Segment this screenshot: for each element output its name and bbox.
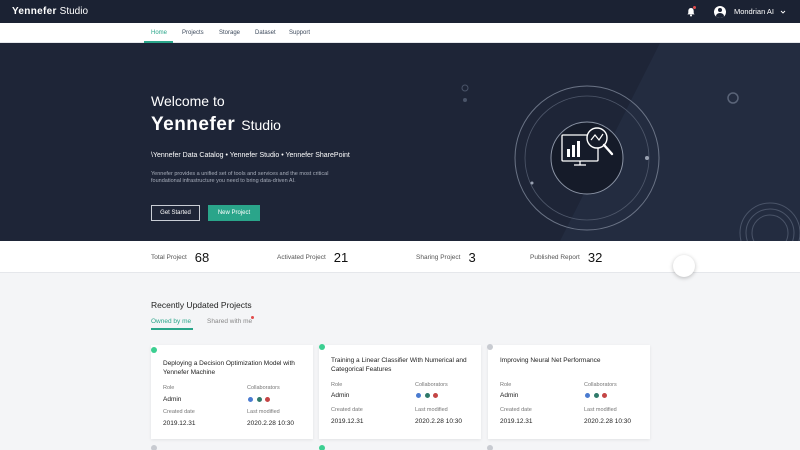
hero-banner: Welcome to Yennefer Studio \Yennefer Dat… <box>0 43 800 241</box>
scroll-toggle-button[interactable] <box>673 255 695 277</box>
role-label: Role <box>331 382 343 388</box>
top-right-controls: Mondrian AI <box>684 0 786 23</box>
nav-item-storage[interactable]: Storage <box>219 23 240 43</box>
created-value: 2019.12.31 <box>331 418 364 425</box>
avatar <box>423 392 431 399</box>
stat-value: 68 <box>194 249 210 265</box>
status-dot <box>487 344 493 350</box>
modified-value: 2020.2.28 10:30 <box>247 420 294 427</box>
status-dot <box>151 347 157 353</box>
new-project-button[interactable]: New Project <box>208 205 260 221</box>
project-card[interactable]: Improving Neural Net Performance Role Ad… <box>488 345 650 439</box>
user-avatar-icon[interactable] <box>713 5 726 18</box>
stat-value: 32 <box>587 249 603 265</box>
role-label: Role <box>163 385 175 391</box>
avatar <box>415 392 422 399</box>
role-value: Admin <box>500 392 519 399</box>
project-title[interactable]: Improving Neural Net Performance <box>500 356 644 365</box>
brand-name: Studio <box>59 6 89 17</box>
collaborator-avatars[interactable] <box>584 392 610 399</box>
status-dot <box>319 344 325 350</box>
stat-sharing-project: Sharing Project 3 <box>416 241 476 273</box>
created-value: 2019.12.31 <box>163 420 196 427</box>
tab-shared-with-me[interactable]: Shared with me <box>207 318 252 325</box>
section-title: Recently Updated Projects <box>151 300 252 310</box>
stat-total-project: Total Project 68 <box>151 241 209 273</box>
user-name[interactable]: Mondrian AI <box>734 7 774 16</box>
modified-label: Last modified <box>584 407 617 413</box>
shared-notification-dot <box>251 316 254 319</box>
get-started-button[interactable]: Get Started <box>151 205 200 221</box>
hero-background-shape <box>461 43 800 241</box>
project-card[interactable]: Deploying a Decision Optimization Model … <box>151 345 313 439</box>
created-label: Created date <box>331 407 363 413</box>
avatar <box>255 396 263 403</box>
stat-label: Activated Project <box>277 253 326 261</box>
status-dot <box>151 445 157 450</box>
hero-brand: Yennefer Studio <box>151 114 281 136</box>
hero-brand-logo: Yennefer <box>151 114 236 135</box>
avatar <box>264 396 271 403</box>
stat-label: Sharing Project <box>416 253 461 261</box>
created-label: Created date <box>163 409 195 415</box>
collaborator-avatars[interactable] <box>415 392 441 399</box>
role-value: Admin <box>331 392 350 399</box>
avatar <box>432 392 439 399</box>
stat-label: Published Report <box>530 253 580 261</box>
collaborators-label: Collaborators <box>415 382 448 388</box>
created-label: Created date <box>500 407 532 413</box>
chevron-down-icon[interactable] <box>780 9 786 15</box>
modified-value: 2020.2.28 10:30 <box>415 418 462 425</box>
hero-brand-studio: Studio <box>241 117 281 133</box>
hero-welcome: Welcome to <box>151 93 225 109</box>
nav-item-projects[interactable]: Projects <box>182 23 204 43</box>
analytics-magnifier-icon <box>514 85 660 231</box>
project-title[interactable]: Deploying a Decision Optimization Model … <box>163 359 307 377</box>
project-card[interactable]: Training a Linear Classifier With Numeri… <box>319 345 481 439</box>
stat-value: 21 <box>333 249 349 265</box>
avatar <box>584 392 591 399</box>
role-value: Admin <box>163 396 182 403</box>
bell-icon[interactable] <box>684 5 698 19</box>
stat-value: 3 <box>468 249 476 265</box>
nav-item-support[interactable]: Support <box>289 23 310 43</box>
top-bar: Yennefer Studio Mondrian AI <box>0 0 800 23</box>
collaborator-avatars[interactable] <box>247 396 273 403</box>
avatar <box>601 392 608 399</box>
stat-label: Total Project <box>151 253 187 261</box>
modified-value: 2020.2.28 10:30 <box>584 418 631 425</box>
collaborators-label: Collaborators <box>247 385 280 391</box>
product-list: \Yennefer Data Catalog • Yennefer Studio… <box>151 152 350 159</box>
nav-item-dataset[interactable]: Dataset <box>255 23 276 43</box>
modified-label: Last modified <box>415 407 448 413</box>
tab-active-indicator <box>151 328 193 330</box>
app-brand[interactable]: Yennefer Studio <box>12 6 88 17</box>
status-dot <box>319 445 325 450</box>
tab-owned-by-me[interactable]: Owned by me <box>151 318 191 325</box>
stat-published-report: Published Report 32 <box>530 241 602 273</box>
status-dot <box>487 445 493 450</box>
stat-activated-project: Activated Project 21 <box>277 241 348 273</box>
project-title[interactable]: Training a Linear Classifier With Numeri… <box>331 356 475 374</box>
nav-item-home[interactable]: Home <box>151 23 167 43</box>
notification-dot <box>692 5 696 9</box>
collaborators-label: Collaborators <box>584 382 617 388</box>
avatar <box>592 392 600 399</box>
brand-logo: Yennefer <box>12 6 57 17</box>
created-value: 2019.12.31 <box>500 418 533 425</box>
main-nav: Home Projects Storage Dataset Support <box>0 23 800 43</box>
role-label: Role <box>500 382 512 388</box>
modified-label: Last modified <box>247 409 280 415</box>
avatar <box>247 396 254 403</box>
hero-description: Yennefer provides a unified set of tools… <box>151 171 329 184</box>
